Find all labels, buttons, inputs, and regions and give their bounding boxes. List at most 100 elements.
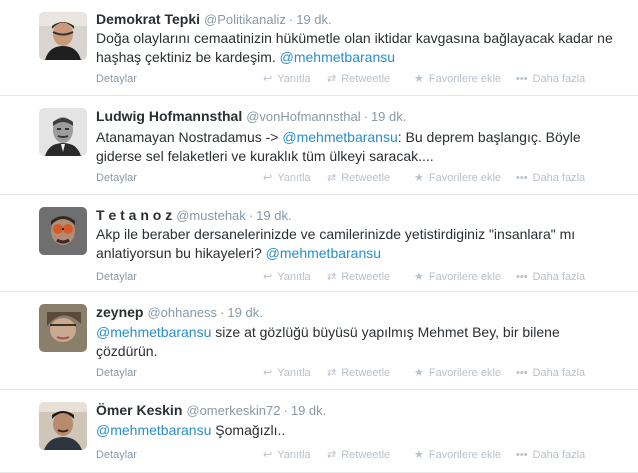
retweet-label: Retweetle xyxy=(341,73,391,85)
tweet-username[interactable]: @mustehak xyxy=(176,208,246,223)
details-link[interactable]: Detaylar xyxy=(96,170,137,186)
tweet-actions: Detaylar ↩ Yanıtla ⇄ Retweetle ★ Favorilere… xyxy=(96,170,626,186)
mention-link[interactable]: @mehmetbaransu xyxy=(96,324,211,340)
more-button[interactable]: ••• Daha fazla xyxy=(516,269,585,285)
retweet-icon: ⇄ xyxy=(327,73,337,85)
star-icon: ★ xyxy=(414,172,424,184)
tweet-item[interactable]: Ömer Keskin @omerkeskin72 · 19 dk. @mehmetb… xyxy=(0,390,638,473)
tweet-text: @mehmetbaransu Şomağızlı.. xyxy=(96,421,616,440)
avatar[interactable] xyxy=(39,304,87,352)
tweet-timeline: Demokrat Tepki @Politikanaliz · 19 dk. Doğa… xyxy=(0,0,638,473)
star-icon: ★ xyxy=(414,271,424,283)
avatar[interactable] xyxy=(39,207,87,255)
tweet-actions: Detaylar ↩ Yanıtla ⇄ Retweetle ★ Favorilere… xyxy=(96,447,626,463)
tweet-username[interactable]: @Politikanaliz xyxy=(204,12,286,27)
more-label: Daha fazla xyxy=(532,73,586,85)
tweet-text-part: Atanamayan Nostradamus -> xyxy=(96,129,283,145)
details-link[interactable]: Detaylar xyxy=(96,365,137,381)
retweet-icon: ⇄ xyxy=(327,367,337,379)
more-dots-icon: ••• xyxy=(516,367,528,379)
reply-button[interactable]: ↩ Yanıtla xyxy=(263,447,311,463)
tweet-fullname[interactable]: T e t a n o z xyxy=(96,207,172,223)
details-link[interactable]: Detaylar xyxy=(96,71,137,87)
tweet-timestamp[interactable]: 19 dk. xyxy=(227,305,262,320)
retweet-icon: ⇄ xyxy=(327,449,337,461)
more-label: Daha fazla xyxy=(532,172,586,184)
tweet-timestamp[interactable]: 19 dk. xyxy=(291,403,326,418)
favorite-label: Favorilere ekle xyxy=(428,73,502,85)
favorite-button[interactable]: ★ Favorilere ekle xyxy=(414,269,501,285)
tweet-actions: Detaylar ↩ Yanıtla ⇄ Retweetle ★ Favorilere… xyxy=(96,365,626,381)
tweet-item[interactable]: Demokrat Tepki @Politikanaliz · 19 dk. Doğa… xyxy=(0,0,638,96)
tweet-username[interactable]: @omerkeskin72 xyxy=(186,403,280,418)
tweet-item[interactable]: T e t a n o z @mustehak · 19 dk. Akp ile be… xyxy=(0,195,638,292)
reply-button[interactable]: ↩ Yanıtla xyxy=(263,71,311,87)
tweet-fullname[interactable]: Demokrat Tepki xyxy=(96,11,200,27)
retweet-label: Retweetle xyxy=(341,271,391,283)
tweet-fullname[interactable]: Ludwig Hofmannsthal xyxy=(96,108,242,124)
more-button[interactable]: ••• Daha fazla xyxy=(516,365,585,381)
favorite-label: Favorilere ekle xyxy=(428,172,502,184)
star-icon: ★ xyxy=(414,367,424,379)
favorite-button[interactable]: ★ Favorilere ekle xyxy=(414,365,501,381)
retweet-label: Retweetle xyxy=(341,449,391,461)
dot-separator: · xyxy=(288,12,294,27)
reply-icon: ↩ xyxy=(263,271,273,283)
tweet-timestamp[interactable]: 19 dk. xyxy=(296,12,331,27)
retweet-icon: ⇄ xyxy=(327,172,337,184)
more-dots-icon: ••• xyxy=(516,449,528,461)
tweet-username[interactable]: @ohhaness xyxy=(147,305,217,320)
favorite-button[interactable]: ★ Favorilere ekle xyxy=(414,170,501,186)
star-icon: ★ xyxy=(414,449,424,461)
avatar[interactable] xyxy=(39,12,87,60)
more-dots-icon: ••• xyxy=(516,271,528,283)
tweet-actions: Detaylar ↩ Yanıtla ⇄ Retweetle ★ Favorilere… xyxy=(96,269,626,285)
tweet-item[interactable]: Ludwig Hofmannsthal @vonHofmannsthal · 19 d… xyxy=(0,96,638,195)
reply-button[interactable]: ↩ Yanıtla xyxy=(263,170,311,186)
tweet-text: @mehmetbaransu size at gözlüğü büyüsü ya… xyxy=(96,323,616,361)
tweet-timestamp[interactable]: 19 dk. xyxy=(256,208,291,223)
mention-link[interactable]: @mehmetbaransu xyxy=(282,129,397,145)
retweet-button[interactable]: ⇄ Retweetle xyxy=(327,170,390,186)
tweet-text: Atanamayan Nostradamus -> @mehmetbaransu… xyxy=(96,128,616,166)
more-button[interactable]: ••• Daha fazla xyxy=(516,170,585,186)
tweet-fullname[interactable]: Ömer Keskin xyxy=(96,402,182,418)
favorite-button[interactable]: ★ Favorilere ekle xyxy=(414,71,501,87)
tweet-text-part: Şomağızlı.. xyxy=(211,422,286,438)
favorite-label: Favorilere ekle xyxy=(428,271,502,283)
details-link[interactable]: Detaylar xyxy=(96,269,137,285)
favorite-button[interactable]: ★ Favorilere ekle xyxy=(414,447,501,463)
more-dots-icon: ••• xyxy=(516,73,528,85)
more-button[interactable]: ••• Daha fazla xyxy=(516,447,585,463)
retweet-icon: ⇄ xyxy=(327,271,337,283)
reply-label: Yanıtla xyxy=(277,172,311,184)
reply-icon: ↩ xyxy=(263,367,273,379)
retweet-button[interactable]: ⇄ Retweetle xyxy=(327,365,390,381)
tweet-item[interactable]: zeynep @ohhaness · 19 dk. @mehmetbaransu si… xyxy=(0,292,638,390)
retweet-label: Retweetle xyxy=(341,367,391,379)
retweet-button[interactable]: ⇄ Retweetle xyxy=(327,447,390,463)
details-link[interactable]: Detaylar xyxy=(96,447,137,463)
tweet-actions: Detaylar ↩ Yanıtla ⇄ Retweetle ★ Favorilere… xyxy=(96,71,626,87)
star-icon: ★ xyxy=(414,73,424,85)
retweet-label: Retweetle xyxy=(341,172,391,184)
reply-label: Yanıtla xyxy=(277,367,311,379)
more-label: Daha fazla xyxy=(532,449,586,461)
avatar[interactable] xyxy=(39,402,87,450)
retweet-button[interactable]: ⇄ Retweetle xyxy=(327,71,390,87)
favorite-label: Favorilere ekle xyxy=(428,367,502,379)
reply-icon: ↩ xyxy=(263,172,273,184)
tweet-timestamp[interactable]: 19 dk. xyxy=(371,109,406,124)
reply-button[interactable]: ↩ Yanıtla xyxy=(263,269,311,285)
mention-link[interactable]: @mehmetbaransu xyxy=(280,49,395,65)
reply-button[interactable]: ↩ Yanıtla xyxy=(263,365,311,381)
favorite-label: Favorilere ekle xyxy=(428,449,502,461)
tweet-username[interactable]: @vonHofmannsthal xyxy=(246,109,360,124)
mention-link[interactable]: @mehmetbaransu xyxy=(266,245,381,261)
retweet-button[interactable]: ⇄ Retweetle xyxy=(327,269,390,285)
mention-link[interactable]: @mehmetbaransu xyxy=(96,422,211,438)
dot-separator: · xyxy=(283,403,288,418)
tweet-fullname[interactable]: zeynep xyxy=(96,304,143,320)
more-button[interactable]: ••• Daha fazla xyxy=(516,71,585,87)
avatar[interactable] xyxy=(39,108,87,156)
